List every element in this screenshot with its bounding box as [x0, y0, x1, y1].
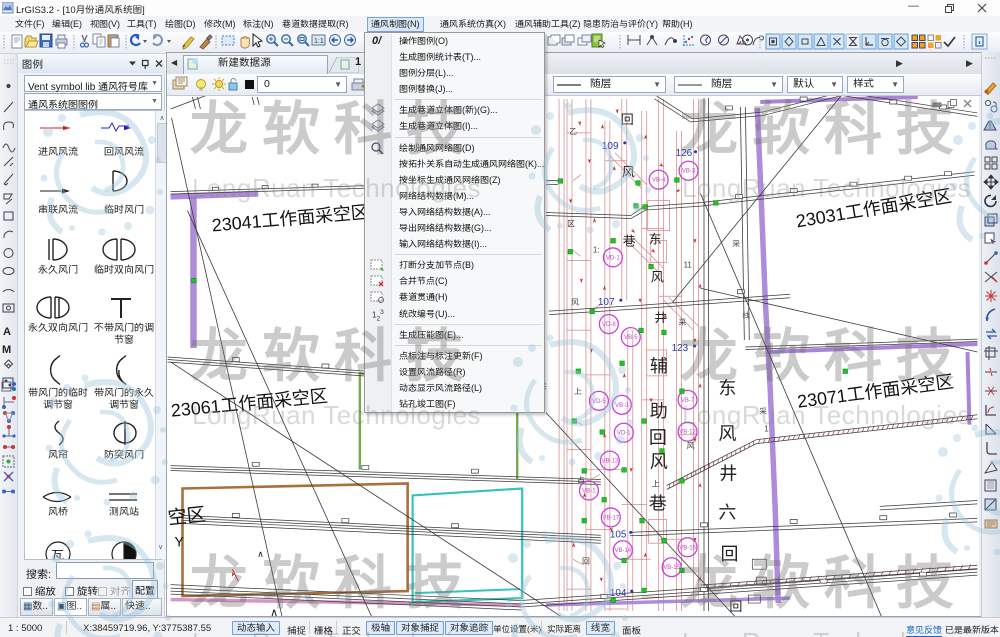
svg-text:上: 上	[652, 479, 660, 488]
svg-text:回: 回	[649, 428, 667, 448]
svg-text:VB-4: VB-4	[652, 178, 666, 184]
svg-text:风: 风	[687, 442, 695, 451]
svg-text:1: 1	[764, 425, 769, 434]
svg-text:回: 回	[621, 112, 634, 127]
svg-text:线: 线	[742, 311, 750, 320]
svg-text:风: 风	[650, 452, 668, 472]
svg-text:采: 采	[731, 239, 740, 248]
svg-text:Y: Y	[175, 533, 184, 549]
svg-text:采: 采	[758, 407, 767, 416]
svg-text:105: 105	[610, 529, 627, 540]
svg-text:M: M	[2, 344, 11, 356]
svg-text:井: 井	[719, 464, 737, 484]
svg-text:回: 回	[720, 544, 738, 564]
svg-text:巷: 巷	[649, 493, 667, 513]
svg-text:11: 11	[684, 260, 693, 269]
svg-text:采: 采	[678, 318, 687, 327]
svg-text:VB-13: VB-13	[602, 459, 619, 465]
svg-text:109: 109	[602, 141, 619, 152]
svg-text:126: 126	[676, 148, 693, 159]
svg-text:∧: ∧	[257, 549, 264, 559]
svg-text:1:1: 1:1	[314, 38, 324, 45]
svg-text:1:: 1:	[593, 245, 600, 254]
svg-text:VB-17: VB-17	[603, 515, 620, 521]
svg-text:VB-3: VB-3	[682, 169, 696, 175]
svg-text:回: 回	[729, 599, 742, 614]
svg-text:东: 东	[649, 231, 662, 246]
svg-text:井: 井	[655, 310, 668, 325]
svg-text:回: 回	[582, 557, 590, 566]
svg-text:VB-15: VB-15	[663, 565, 680, 571]
svg-text:∧: ∧	[270, 607, 278, 616]
svg-text:A: A	[3, 326, 11, 338]
svg-text:VB-16: VB-16	[679, 545, 696, 551]
svg-text:东: 东	[718, 378, 736, 398]
svg-text:区: 区	[567, 219, 575, 228]
svg-text:107: 107	[598, 297, 615, 308]
svg-text:风: 风	[651, 269, 664, 284]
svg-text:VD-1: VD-1	[617, 431, 631, 437]
svg-text:VB-7: VB-7	[681, 398, 695, 404]
svg-text:巷: 巷	[623, 233, 636, 248]
svg-text:风: 风	[718, 424, 736, 444]
svg-text:瓦: 瓦	[51, 548, 64, 559]
svg-text:VB-14: VB-14	[615, 548, 632, 554]
svg-text:VD-8: VD-8	[602, 322, 616, 328]
svg-text:VB-3: VB-3	[615, 403, 629, 409]
svg-text:助: 助	[650, 401, 668, 421]
svg-text:VB-5: VB-5	[624, 335, 638, 341]
svg-text:VD-1: VD-1	[606, 255, 620, 261]
svg-text:VD-5: VD-5	[592, 399, 606, 405]
svg-text:辅: 辅	[650, 356, 668, 376]
svg-text:123: 123	[672, 343, 689, 354]
svg-text:空区: 空区	[167, 504, 207, 529]
svg-text:风: 风	[571, 298, 579, 307]
svg-text:风: 风	[622, 165, 635, 180]
svg-text:VB-12: VB-12	[679, 430, 696, 436]
svg-text:六: 六	[718, 502, 736, 522]
svg-text:104: 104	[610, 588, 627, 599]
svg-text:上: 上	[574, 387, 582, 396]
svg-text:乙: 乙	[569, 127, 577, 136]
